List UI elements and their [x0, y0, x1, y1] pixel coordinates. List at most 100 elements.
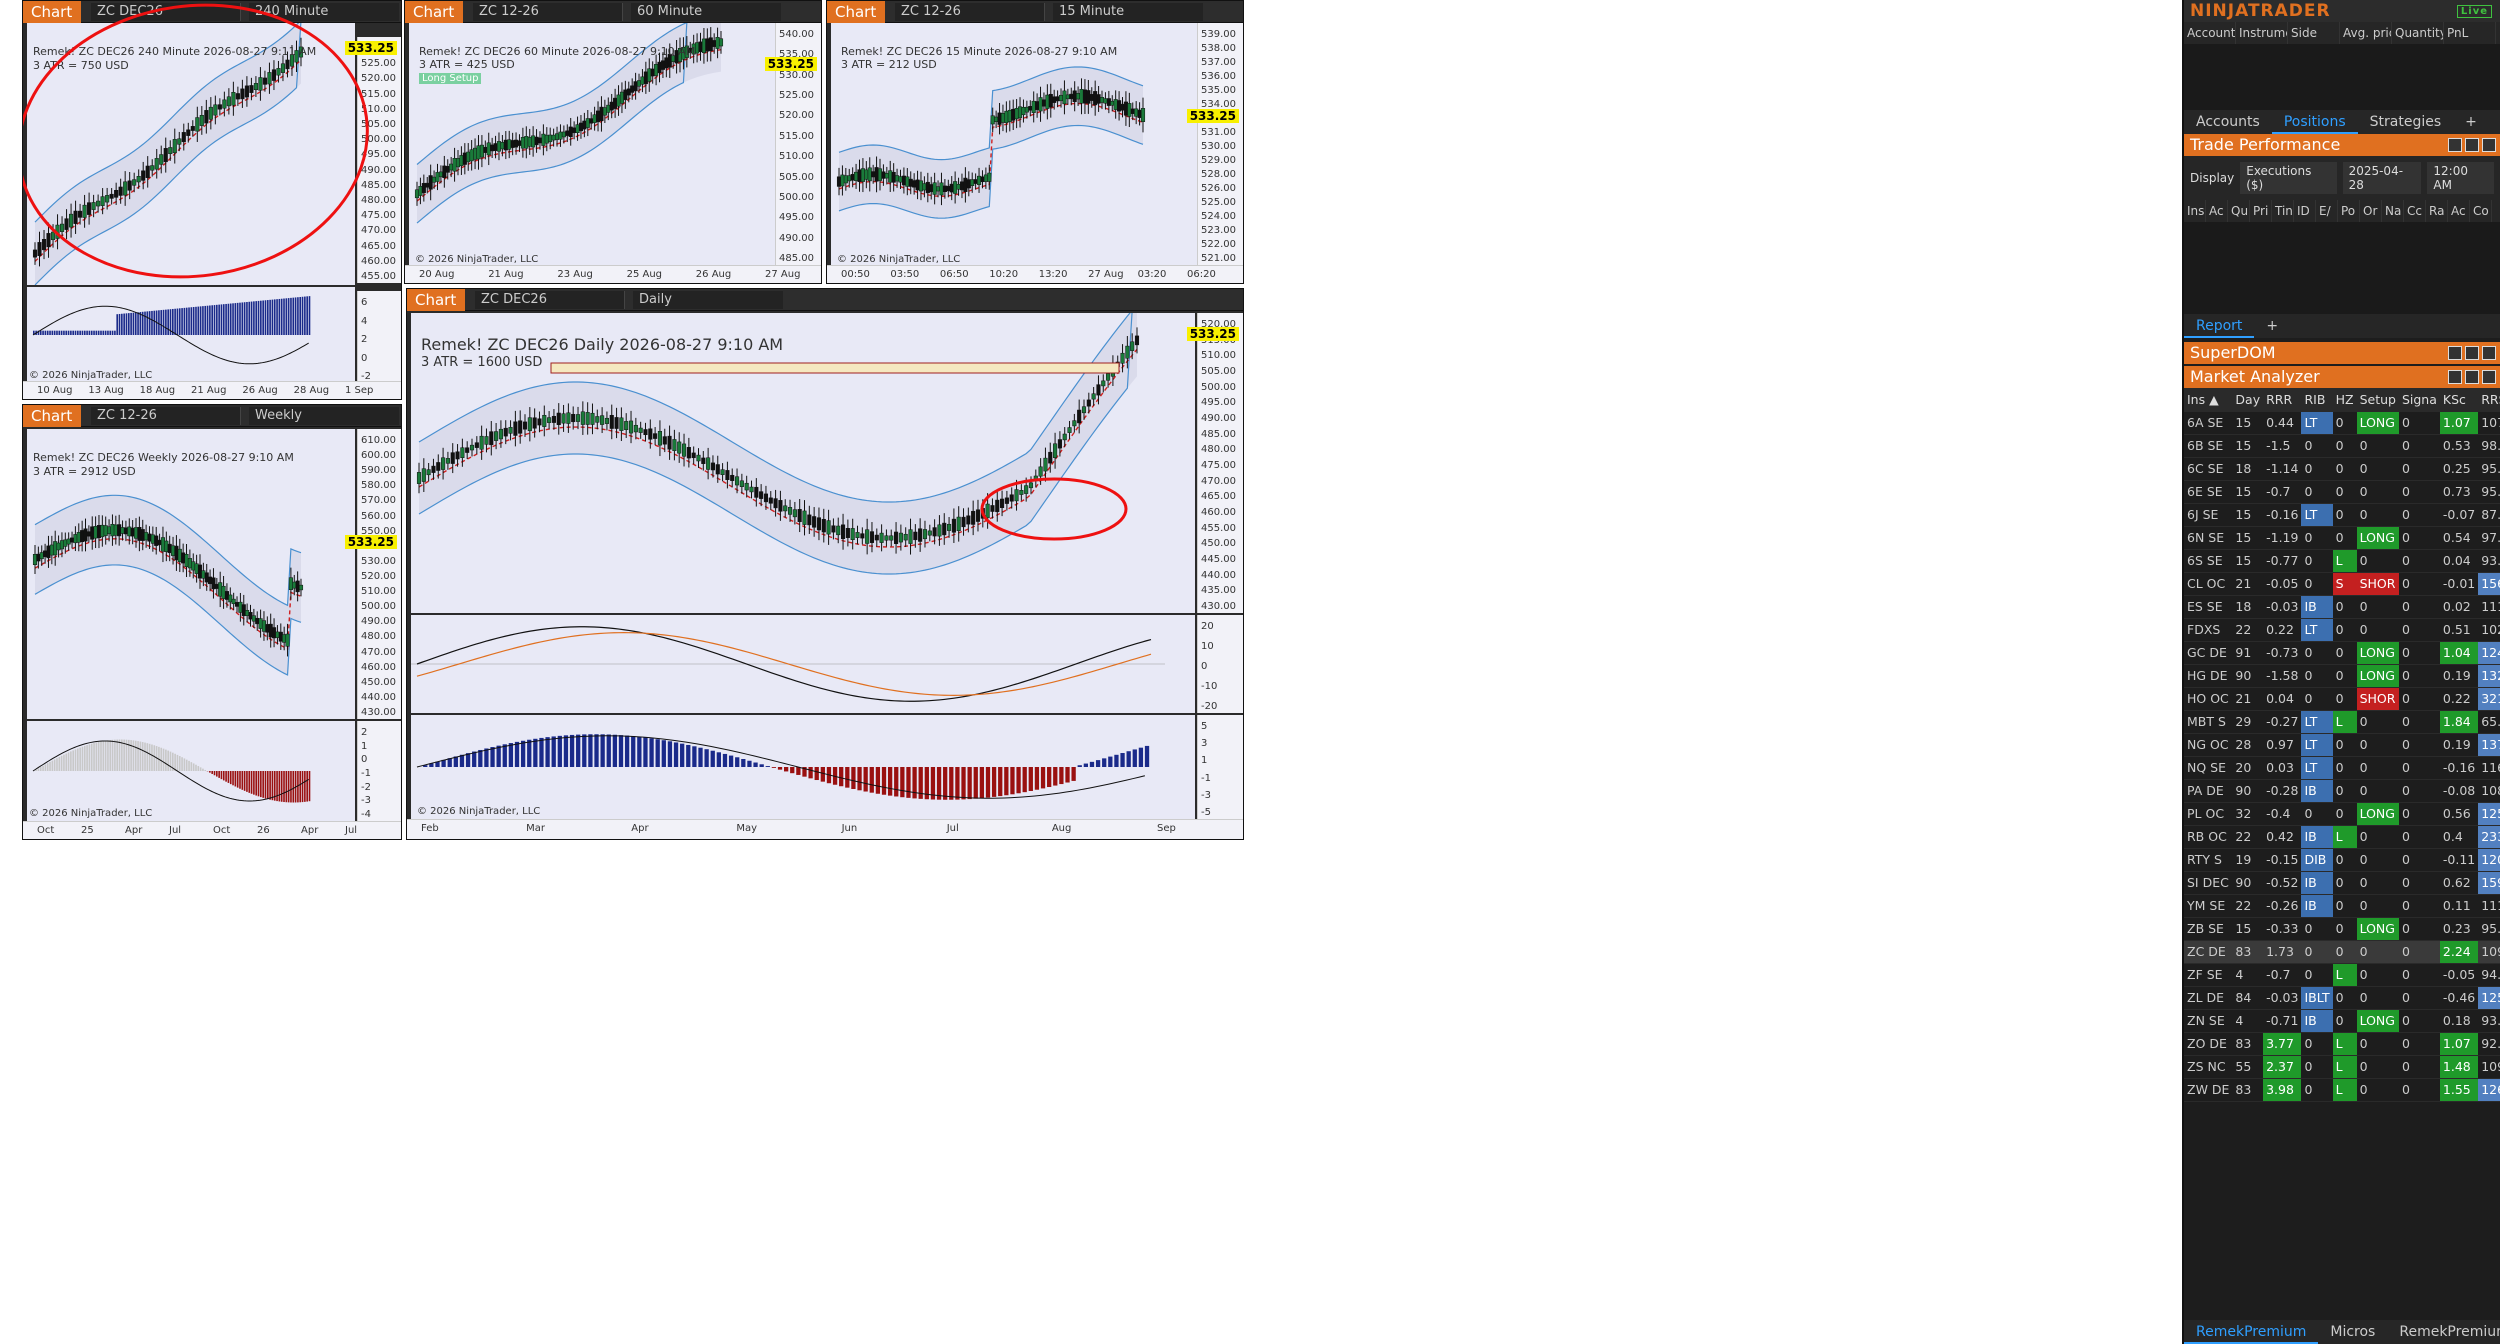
period-selector[interactable]: Daily	[633, 290, 783, 309]
instrument-selector[interactable]: ZC 12-26	[895, 2, 1045, 21]
table-row[interactable]: HG DE90-1.5800LONG00.19132.83600	[2184, 664, 2500, 688]
table-row[interactable]: YM SE22-0.26IB0000.11111.62725	[2184, 894, 2500, 918]
indicator-panel[interactable]: © 2026 NinjaTrader, LLC	[27, 287, 355, 383]
column-header[interactable]: KSc	[2439, 388, 2479, 412]
accounts-tab[interactable]: Strategies	[2358, 110, 2454, 134]
column-header[interactable]: Or	[2360, 200, 2382, 222]
table-row[interactable]: FDXS220.22LT0000.51102.7332	[2184, 618, 2500, 642]
minimize-icon[interactable]	[2448, 370, 2462, 384]
column-header[interactable]: Signa	[2398, 388, 2440, 412]
histogram-panel[interactable]: © 2026 NinjaTrader, LLC	[411, 715, 1195, 819]
column-header[interactable]: Ins	[2184, 200, 2206, 222]
analyzer-tab[interactable]: RemekPremium+	[2387, 1320, 2500, 1344]
table-row[interactable]: 6C SE18-1.1400000.2595.6300	[2184, 457, 2500, 481]
table-row[interactable]: CL OC21-0.050SSHOR0-0.01156.13770	[2184, 572, 2500, 596]
period-selector[interactable]: Weekly	[249, 406, 399, 425]
table-row[interactable]: MBT S29-0.27LTL001.8465.6247	[2184, 710, 2500, 734]
column-header[interactable]: Pri	[2250, 200, 2272, 222]
time-axis[interactable]: 00:50 03:50 06:50 10:20 13:20 27 Aug 03:20 06:2…	[827, 265, 1243, 283]
chart-window-60min[interactable]: Chart ZC 12-26 60 Minute Remek! ZC DEC26…	[404, 0, 822, 284]
table-row[interactable]: 6A SE150.44LT0LONG01.07107.8435	[2184, 411, 2500, 435]
column-header[interactable]: Ac	[2448, 200, 2470, 222]
column-header[interactable]: PnL	[2444, 22, 2496, 44]
column-header[interactable]: Ac	[2206, 200, 2228, 222]
table-row[interactable]: ZS NC552.370L001.48109975	[2184, 1055, 2500, 1079]
indicator-axis[interactable]: 2 1 0 -1 -2 -3 -4	[357, 721, 401, 821]
table-row[interactable]: 6B SE15-1.500000.5398.3400	[2184, 434, 2500, 458]
column-header[interactable]: Cc	[2404, 200, 2426, 222]
time-axis[interactable]: 10 Aug 13 Aug 18 Aug 21 Aug 26 Aug 28 Aug 1 Se…	[23, 381, 401, 399]
instrument-selector[interactable]: ZC 12-26	[91, 406, 241, 425]
analyzer-tab[interactable]: Micros	[2318, 1320, 2387, 1344]
column-header[interactable]: HZ	[2332, 388, 2357, 412]
maximize-icon[interactable]	[2465, 138, 2479, 152]
price-panel[interactable]: Remek! ZC DEC26 60 Minute 2026-08-27 9:1…	[409, 23, 775, 267]
price-axis[interactable]: 539.00538.00537.00536.00535.00534.00532.…	[1197, 23, 1243, 265]
column-header[interactable]: Ins ▲	[2184, 388, 2233, 412]
chart-label[interactable]: Chart	[407, 289, 465, 311]
price-panel[interactable]: Remek! ZC DEC26 15 Minute 2026-08-27 9:1…	[831, 23, 1197, 267]
time-axis[interactable]: Oct 25 Apr Jul Oct 26 Apr Jul	[23, 821, 401, 839]
time-axis[interactable]: 20 Aug 21 Aug 23 Aug 25 Aug 26 Aug 27 Aug	[405, 265, 821, 283]
column-header[interactable]: Account n	[2184, 22, 2236, 44]
live-badge[interactable]: Live	[2456, 4, 2492, 18]
table-row[interactable]: RB OC220.42IBL000.4233.34607	[2184, 825, 2500, 849]
chart-window-15min[interactable]: Chart ZC 12-26 15 Minute Remek! ZC DEC26…	[826, 0, 1244, 284]
chart-window-daily[interactable]: Chart ZC DEC26 Daily Remek! ZC DEC26 Dai…	[406, 288, 1244, 840]
price-axis[interactable]: 530.00525.00520.00515.00510.00505.00500.…	[357, 37, 401, 283]
column-header[interactable]: ID	[2294, 200, 2316, 222]
chart-label[interactable]: Chart	[23, 1, 81, 23]
table-row[interactable]: PL OC32-0.400LONG00.56125.33265	[2184, 802, 2500, 826]
maximize-icon[interactable]	[2465, 346, 2479, 360]
time-axis[interactable]: Feb Mar Apr May Jun Jul Aug Sep	[407, 819, 1243, 839]
column-header[interactable]: E/	[2316, 200, 2338, 222]
chart-label[interactable]: Chart	[405, 1, 463, 23]
period-selector[interactable]: 60 Minute	[631, 2, 781, 21]
instrument-selector[interactable]: ZC DEC26	[91, 2, 241, 21]
period-selector[interactable]: 240 Minute	[249, 2, 399, 21]
close-icon[interactable]	[2482, 370, 2496, 384]
report-tab[interactable]: Report	[2184, 314, 2255, 338]
chart-window-240min[interactable]: Chart ZC DEC26 240 Minute Remek! ZC DEC2…	[22, 0, 402, 400]
column-header[interactable]: RRS	[2478, 388, 2500, 412]
oscillator-panel[interactable]	[411, 615, 1195, 713]
table-row[interactable]: 6E SE15-0.700000.7395.8619	[2184, 480, 2500, 504]
column-header[interactable]: Quantity	[2392, 22, 2444, 44]
maximize-icon[interactable]	[2465, 370, 2479, 384]
column-header[interactable]: Tin	[2272, 200, 2294, 222]
table-row[interactable]: 6N SE15-1.1900LONG00.5497.6435	[2184, 526, 2500, 550]
column-header[interactable]: Po	[2338, 200, 2360, 222]
table-row[interactable]: SI DEC90-0.52IB0000.6215913625	[2184, 871, 2500, 895]
price-axis[interactable]: 520.00515.00510.00505.00500.00495.00490.…	[1197, 313, 1243, 613]
price-panel[interactable]: Remek! ZC DEC26 240 Minute 2026-08-27 9:…	[27, 23, 355, 285]
column-header[interactable]: Day	[2232, 388, 2264, 412]
column-header[interactable]: Qu	[2228, 200, 2250, 222]
table-row[interactable]: 6S SE15-0.770L000.0493.41044	[2184, 549, 2500, 573]
accounts-tab[interactable]: Accounts	[2184, 110, 2272, 134]
instrument-selector[interactable]: ZC DEC26	[475, 290, 625, 309]
column-header[interactable]: Na	[2382, 200, 2404, 222]
add-tab-button[interactable]: +	[2254, 314, 2290, 338]
histogram-axis[interactable]: 5 3 1 -1 -3 -5	[1197, 715, 1243, 819]
analyzer-tab[interactable]: RemekPremium	[2184, 1320, 2319, 1344]
time-select[interactable]: 12:00 AM	[2427, 162, 2494, 194]
accounts-tab[interactable]: +	[2453, 110, 2489, 134]
table-row[interactable]: ZO DE833.770L001.0792.9664	[2184, 1032, 2500, 1056]
chart-label[interactable]: Chart	[23, 405, 81, 427]
chart-window-weekly[interactable]: Chart ZC 12-26 Weekly Remek! ZC DEC26 We…	[22, 404, 402, 840]
date-select[interactable]: 2025-04-28	[2342, 162, 2422, 194]
minimize-icon[interactable]	[2448, 138, 2462, 152]
chart-label[interactable]: Chart	[827, 1, 885, 23]
table-row[interactable]: ES SE18-0.03IB0000.02111.93812	[2184, 595, 2500, 619]
column-header[interactable]: Avg. price	[2340, 22, 2392, 44]
price-axis[interactable]: 610.00 600.00 590.00 580.00 570.00 560.00 550.…	[357, 429, 401, 719]
column-header[interactable]: Side	[2288, 22, 2340, 44]
table-row[interactable]: ZL DE84-0.03IBLT000-0.46125.41080	[2184, 986, 2500, 1010]
indicator-axis[interactable]: 6 4 2 0 -2	[357, 291, 401, 383]
minimize-icon[interactable]	[2448, 346, 2462, 360]
column-header[interactable]: RRR	[2263, 388, 2302, 412]
price-panel[interactable]: Remek! ZC DEC26 Weekly 2026-08-27 9:10 A…	[27, 429, 355, 719]
close-icon[interactable]	[2482, 346, 2496, 360]
table-row[interactable]: 6J SE15-0.16LT000-0.0787.4500	[2184, 503, 2500, 527]
table-row[interactable]: PA DE90-0.28IB000-0.081084950	[2184, 779, 2500, 803]
